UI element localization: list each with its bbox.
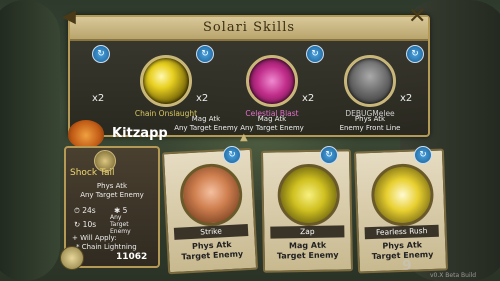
card-name: Fearless Rush [364, 224, 439, 240]
left-count: x2 [92, 93, 105, 104]
card-zap[interactable]: Zap Mag Atk Target Enemy [260, 149, 354, 273]
skills-panel: Solari Skills ↻ x2 Chain Onslaught Mag A… [68, 15, 430, 137]
character-bar: Kitzapp ▲ [68, 120, 426, 148]
strike-icon [178, 162, 244, 228]
card-name: Zap [270, 225, 345, 239]
watermark: 9 [402, 258, 412, 274]
will-apply-label: + Will Apply: [72, 234, 117, 242]
character-avatar[interactable] [68, 120, 104, 148]
card-desc: Phys Atk Target Enemy [181, 239, 244, 262]
upgrade-badge-icon[interactable]: ↻ [320, 146, 338, 164]
zap-icon [277, 163, 341, 227]
skill-celestial-blast[interactable]: Celestial Blast [236, 55, 308, 118]
back-arrow-icon[interactable]: ◀ [62, 6, 88, 28]
panel-title: Solari Skills [202, 20, 296, 35]
celestial-blast-icon [246, 55, 298, 107]
title-bar: Solari Skills [70, 17, 428, 41]
card-fearless-rush[interactable]: Fearless Rush Phys Atk Target Enemy [353, 148, 449, 274]
duration-time: ↻ 10s [74, 220, 97, 229]
info-line: Phys Atk [96, 182, 128, 190]
debug-melee-icon [344, 55, 396, 107]
cooldown-time: ⏱ 24s [74, 206, 96, 215]
fearless-rush-icon [370, 162, 435, 228]
info-line: Any Target Enemy [80, 191, 144, 199]
card-desc: Mag Atk Target Enemy [276, 240, 339, 261]
skill-chain-onslaught[interactable]: Chain Onslaught [130, 55, 202, 118]
effect-label: * Chain Lightning [76, 243, 137, 251]
gold-coin-icon [60, 246, 84, 270]
skill-debug-melee[interactable]: DEBUGMelee [334, 55, 406, 118]
target-info: Any Target Enemy [110, 214, 131, 235]
collapse-arrow-icon[interactable]: ▲ [240, 132, 248, 143]
gold-amount: 11062 [116, 252, 148, 262]
skill-count: x2 [196, 93, 209, 104]
upgrade-badge-icon[interactable]: ↻ [196, 45, 214, 63]
info-title: Shock Tail [70, 168, 115, 178]
upgrade-badge-icon[interactable]: ↻ [92, 45, 110, 63]
card-strike[interactable]: Strike Phys Atk Target Enemy [161, 147, 259, 275]
upgrade-badge-icon[interactable]: ↻ [223, 146, 241, 164]
upgrade-badge-icon[interactable]: ↻ [414, 146, 432, 164]
background-tree-left [0, 0, 60, 281]
chain-onslaught-icon [140, 55, 192, 107]
skill-count: x2 [302, 93, 315, 104]
close-icon[interactable]: ✕ [408, 4, 434, 29]
skill-info-card: Shock Tail Phys Atk Any Target Enemy ⏱ 2… [60, 146, 160, 270]
card-name: Strike [173, 224, 249, 240]
upgrade-badge-icon[interactable]: ↻ [306, 45, 324, 63]
version-text: v0.X Beta Build [430, 272, 477, 279]
upgrade-badge-icon[interactable]: ↻ [406, 45, 424, 63]
character-name: Kitzapp [112, 126, 168, 141]
skill-count: x2 [400, 93, 413, 104]
